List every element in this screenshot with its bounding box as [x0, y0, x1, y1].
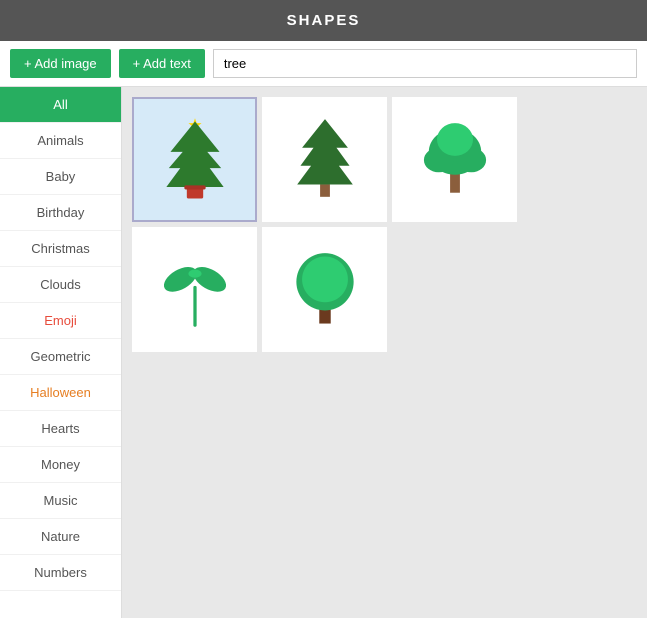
sidebar-item-emoji[interactable]: Emoji: [0, 303, 121, 339]
sidebar-item-money[interactable]: Money: [0, 447, 121, 483]
add-image-button[interactable]: + Add image: [10, 49, 111, 78]
shape-card-4[interactable]: [132, 227, 257, 352]
shape-card-2[interactable]: [262, 97, 387, 222]
sidebar: AllAnimalsBabyBirthdayChristmasCloudsEmo…: [0, 87, 122, 618]
sidebar-item-numbers[interactable]: Numbers: [0, 555, 121, 591]
sidebar-item-birthday[interactable]: Birthday: [0, 195, 121, 231]
shape-card-3[interactable]: [392, 97, 517, 222]
header: SHAPES: [0, 0, 647, 41]
sidebar-item-halloween[interactable]: Halloween: [0, 375, 121, 411]
toolbar: + Add image + Add text: [0, 41, 647, 87]
sidebar-item-animals[interactable]: Animals: [0, 123, 121, 159]
sidebar-item-music[interactable]: Music: [0, 483, 121, 519]
sidebar-item-christmas[interactable]: Christmas: [0, 231, 121, 267]
shape-card-1[interactable]: [132, 97, 257, 222]
shape-card-5[interactable]: [262, 227, 387, 352]
content-area: [122, 87, 647, 618]
sidebar-item-geometric[interactable]: Geometric: [0, 339, 121, 375]
sidebar-item-all[interactable]: All: [0, 87, 121, 123]
sidebar-item-nature[interactable]: Nature: [0, 519, 121, 555]
search-input[interactable]: [213, 49, 637, 78]
main-area: AllAnimalsBabyBirthdayChristmasCloudsEmo…: [0, 87, 647, 618]
add-text-button[interactable]: + Add text: [119, 49, 205, 78]
sidebar-item-clouds[interactable]: Clouds: [0, 267, 121, 303]
sidebar-item-hearts[interactable]: Hearts: [0, 411, 121, 447]
sidebar-item-baby[interactable]: Baby: [0, 159, 121, 195]
